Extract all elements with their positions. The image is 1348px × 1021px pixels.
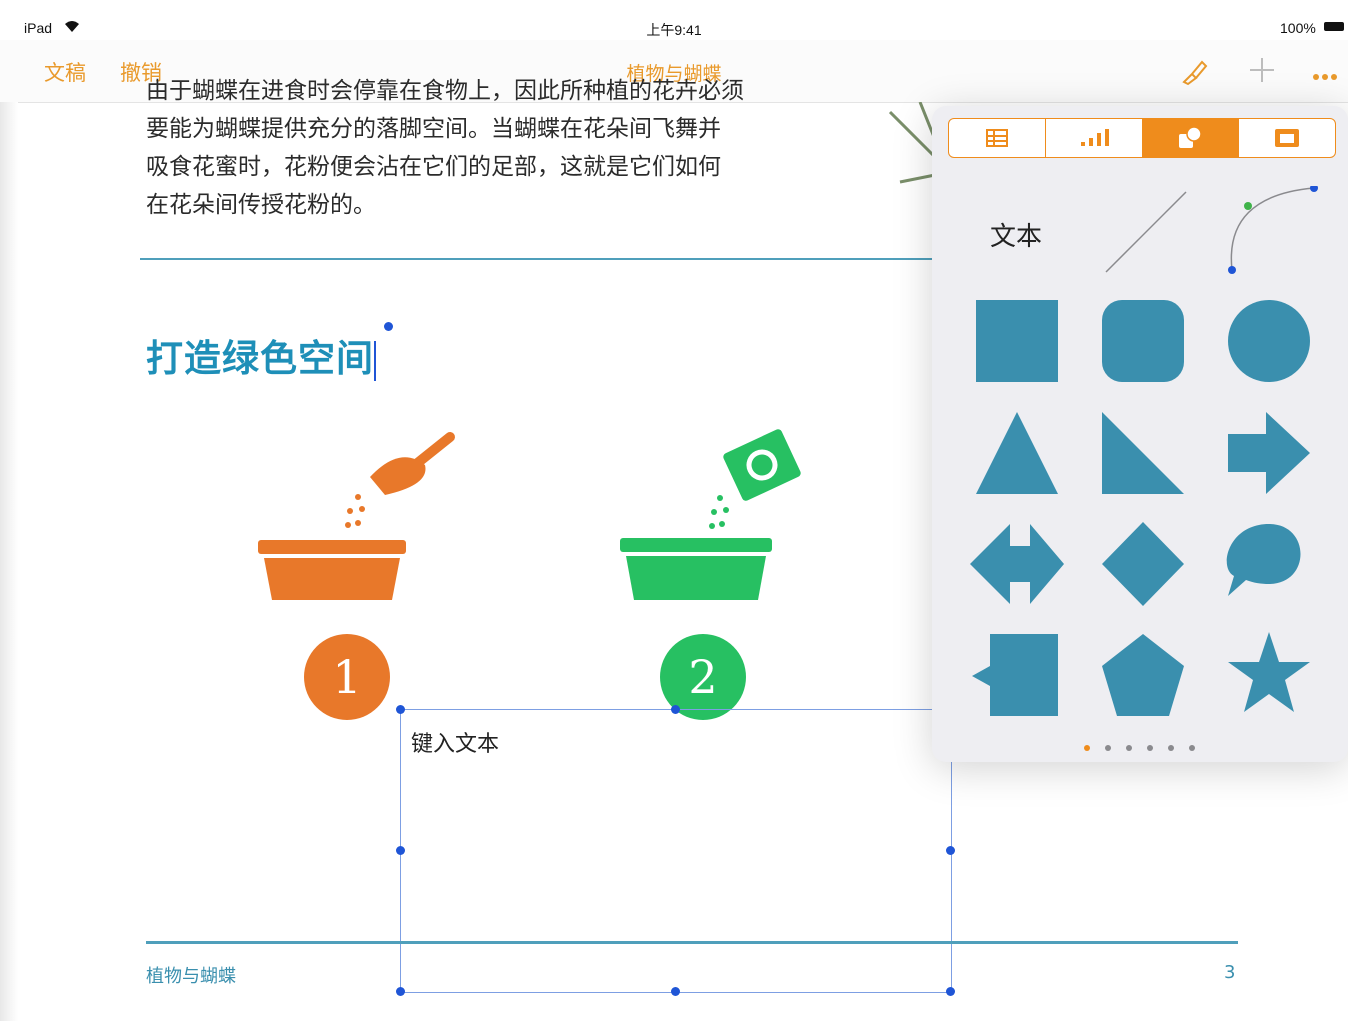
step-2-illustration[interactable] [612, 420, 822, 619]
shapes-icon [1179, 126, 1203, 148]
footer-divider [146, 941, 1238, 944]
table-icon [985, 129, 1008, 147]
seed-pot-icon [620, 429, 801, 600]
divider [140, 258, 940, 260]
page-number: 3 [1224, 962, 1236, 983]
text-cursor [374, 340, 376, 381]
line-icon [1105, 191, 1187, 273]
star-shape[interactable] [1228, 632, 1310, 712]
rounded-square-shape[interactable] [1102, 300, 1184, 382]
battery-icon [1324, 22, 1344, 31]
page-dot [1126, 745, 1132, 751]
insert-plus-icon[interactable] [1248, 56, 1276, 88]
square-shape[interactable] [976, 300, 1058, 382]
text-box-placeholder: 键入文本 [411, 732, 500, 757]
speech-bubble-shape[interactable] [1226, 524, 1301, 596]
text-line: 由于蝴蝶在进食时会停靠在食物上，因此所种植的花卉必须 [146, 78, 744, 104]
insert-popover: 文本 [932, 106, 1348, 762]
curve-shape-button[interactable] [1224, 184, 1324, 280]
arrow-right-shape[interactable] [1228, 412, 1310, 494]
resize-handle[interactable] [671, 987, 680, 996]
resize-handle[interactable] [946, 846, 955, 855]
resize-handle[interactable] [396, 846, 405, 855]
media-icon [1275, 129, 1300, 147]
double-arrow-shape[interactable] [970, 524, 1064, 604]
chart-icon [1080, 129, 1109, 146]
resize-handle[interactable] [396, 705, 405, 714]
section-heading[interactable]: 打造绿色空间 [146, 328, 376, 382]
status-bar: iPad 上午9:41 100% [0, 0, 1348, 40]
page-dot [1105, 745, 1111, 751]
page-edge [0, 102, 18, 1021]
pentagon-shape[interactable] [1102, 634, 1184, 716]
right-triangle-shape[interactable] [1102, 412, 1184, 494]
resize-handle[interactable] [396, 987, 405, 996]
insert-segmented-control [948, 118, 1336, 158]
resize-handle[interactable] [671, 705, 680, 714]
page-indicator[interactable] [1084, 745, 1195, 751]
line-shape-button[interactable] [1100, 188, 1190, 282]
page-dot [1168, 745, 1174, 751]
step-1-illustration[interactable] [250, 425, 460, 619]
tab-shapes[interactable] [1142, 119, 1240, 157]
tab-media[interactable] [1239, 119, 1335, 157]
text-box[interactable]: 键入文本 [400, 709, 952, 993]
shovel-pot-icon [258, 432, 455, 600]
circle-shape[interactable] [1228, 300, 1310, 382]
text-line: 吸食花蜜时，花粉便会沾在它们的足部，这就是它们如何 [146, 154, 721, 180]
page-dot [1189, 745, 1195, 751]
battery-percent: 100% [1280, 20, 1316, 36]
diamond-shape[interactable] [1102, 522, 1184, 606]
triangle-shape[interactable] [976, 412, 1058, 494]
text-line: 要能为蝴蝶提供充分的落脚空间。当蝴蝶在花朵间飞舞并 [146, 116, 721, 142]
clock: 上午9:41 [646, 22, 702, 38]
cursor-handle[interactable] [384, 322, 393, 331]
curve-icon [1228, 184, 1318, 274]
more-icon[interactable] [1312, 66, 1340, 85]
shapes-grid [970, 300, 1310, 716]
heading-text: 打造绿色空间 [146, 337, 374, 380]
tab-charts[interactable] [1046, 119, 1143, 157]
paragraph[interactable]: 要能为蝴蝶提供充分的落脚空间。当蝴蝶在花朵间飞舞并 吸食花蜜时，花粉便会沾在它们… [146, 110, 836, 224]
format-brush-icon[interactable] [1180, 56, 1212, 90]
callout-square-shape[interactable] [972, 634, 1058, 716]
page-dot [1084, 745, 1090, 751]
step-1-badge: 1 [304, 634, 390, 720]
page-dot [1147, 745, 1153, 751]
paragraph-line[interactable]: 由于蝴蝶在进食时会停靠在食物上，因此所种植的花卉必须 [146, 72, 836, 104]
tab-tables[interactable] [949, 119, 1046, 157]
resize-handle[interactable] [946, 987, 955, 996]
footer-title: 植物与蝴蝶 [146, 966, 236, 987]
text-shape-button[interactable]: 文本 [990, 216, 1042, 253]
text-line: 在花朵间传授花粉的。 [146, 192, 376, 218]
